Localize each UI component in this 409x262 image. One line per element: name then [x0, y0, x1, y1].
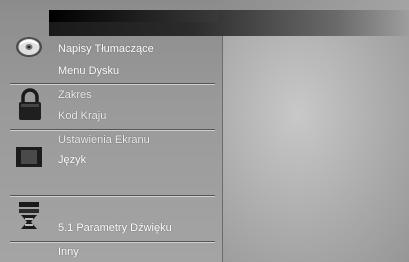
disc-icon [14, 36, 44, 63]
menu-item-other[interactable]: Inny [58, 246, 79, 258]
menu-item-country-code[interactable]: Kod Kraju [58, 110, 106, 122]
menu-item-disc-menu[interactable]: Menu Dysku [58, 65, 119, 77]
menu-item-audio-5-1[interactable]: 5.1 Parametry Dźwięku [58, 222, 172, 234]
title-bar-highlight [49, 10, 219, 22]
screen-icon [15, 146, 43, 173]
audio-settings-icon [17, 200, 41, 237]
lock-icon [17, 88, 43, 127]
menu-item-display-settings[interactable]: Ustawienia Ekranu [58, 134, 150, 146]
divider [10, 129, 215, 130]
divider [10, 241, 215, 242]
menu-item-subtitles[interactable]: Napisy Tłumaczące [58, 43, 154, 55]
preview-panel [222, 15, 409, 262]
menu-item-rating[interactable]: Zakres [58, 89, 92, 101]
menu-item-language[interactable]: Język [58, 154, 86, 166]
title-bar [49, 10, 409, 36]
divider [10, 83, 215, 84]
divider [10, 195, 215, 196]
